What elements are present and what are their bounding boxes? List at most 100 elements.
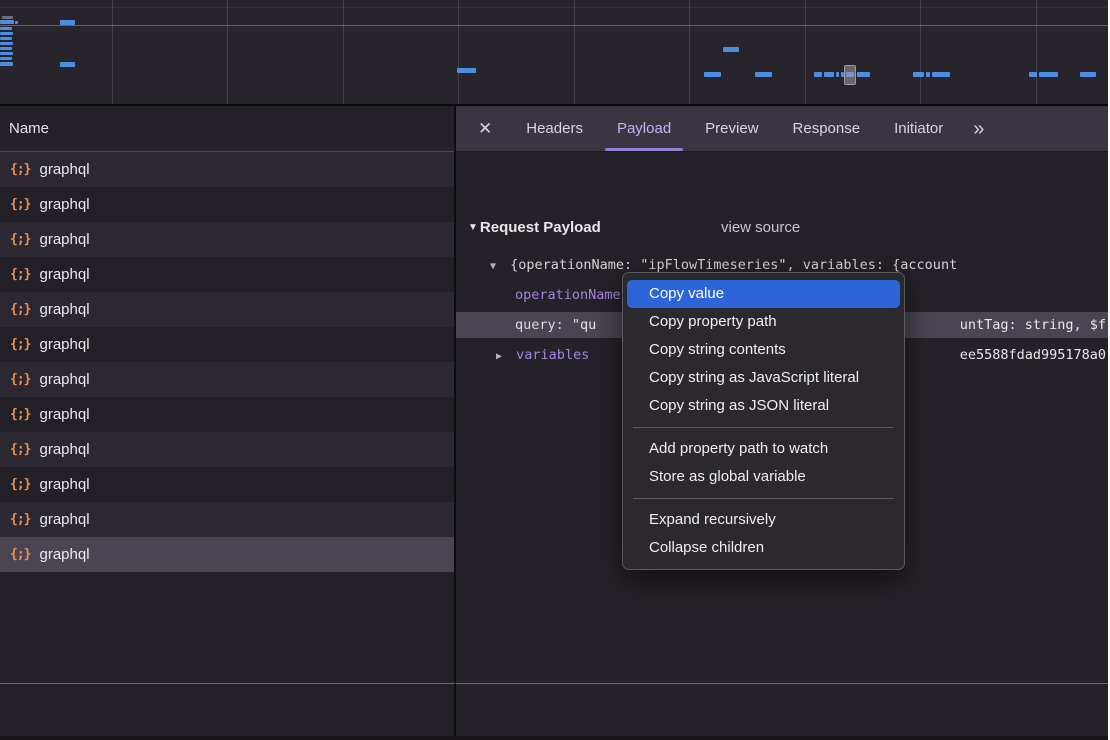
json-braces-icon: {;} bbox=[10, 162, 30, 177]
request-name-label: graphql bbox=[39, 406, 89, 423]
menu-separator bbox=[633, 498, 894, 499]
request-name-label: graphql bbox=[39, 476, 89, 493]
close-icon[interactable]: ✕ bbox=[478, 120, 492, 137]
property-value-start: "qu bbox=[572, 317, 596, 333]
request-row-graphql[interactable]: {;}graphql bbox=[0, 502, 454, 537]
request-timing-bar bbox=[857, 72, 870, 77]
menu-item-copy-string-as-json-literal[interactable]: Copy string as JSON literal bbox=[623, 392, 904, 420]
request-timing-bar bbox=[723, 47, 739, 52]
request-timing-bar bbox=[60, 62, 75, 67]
menu-separator bbox=[633, 427, 894, 428]
request-row-graphql[interactable]: {;} graphql bbox=[0, 467, 454, 502]
tab-response[interactable]: Response bbox=[793, 106, 861, 151]
menu-item-collapse-children[interactable]: Collapse children bbox=[623, 534, 904, 562]
column-header-label: Name bbox=[9, 120, 49, 137]
tab-label: Initiator bbox=[894, 120, 943, 137]
json-braces-icon: {;} bbox=[10, 197, 30, 212]
column-header-name[interactable]: Name bbox=[0, 106, 454, 152]
request-timing-bar bbox=[913, 72, 924, 77]
section-title: Request Payload bbox=[480, 219, 601, 236]
request-timing-bar bbox=[0, 62, 13, 66]
request-row-graphql[interactable]: {;}graphql bbox=[0, 257, 454, 292]
request-payload-section[interactable]: ▼ Request Payload view source bbox=[468, 212, 601, 242]
tab-preview[interactable]: Preview bbox=[705, 106, 758, 151]
request-timing-bar bbox=[0, 20, 14, 24]
request-timing-bar bbox=[1029, 72, 1037, 77]
request-timing-bar bbox=[0, 52, 13, 55]
expander-down-icon[interactable]: ▼ bbox=[490, 261, 496, 272]
property-key: query bbox=[515, 317, 556, 333]
menu-item-copy-property-path[interactable]: Copy property path bbox=[623, 308, 904, 336]
view-source-link[interactable]: view source bbox=[721, 219, 800, 236]
request-timing-bar bbox=[0, 42, 13, 45]
menu-item-copy-string-as-javascript-literal[interactable]: Copy string as JavaScript literal bbox=[623, 364, 904, 392]
request-row-graphql[interactable]: {;}graphql bbox=[0, 537, 454, 572]
menu-item-add-property-path-to-watch[interactable]: Add property path to watch bbox=[623, 435, 904, 463]
request-table: Name {;} graphql {;} graphql {;} graphql {;} gr… bbox=[0, 106, 456, 682]
request-row-graphql[interactable]: {;}graphql bbox=[0, 362, 454, 397]
detail-tab-bar: ✕ Headers Payload Preview Response Initiator… bbox=[456, 106, 1108, 152]
request-timing-bar bbox=[0, 32, 13, 35]
menu-item-store-as-global-variable[interactable]: Store as global variable bbox=[623, 463, 904, 491]
json-braces-icon: {;} bbox=[10, 477, 30, 492]
request-row-graphql[interactable]: {;} graphql bbox=[0, 222, 454, 257]
json-braces-icon: {;} bbox=[10, 232, 30, 247]
more-tabs-icon[interactable]: » bbox=[973, 119, 984, 139]
network-overview-timeline[interactable] bbox=[0, 0, 1110, 106]
request-name-label: graphql bbox=[39, 301, 89, 318]
menu-item-expand-recursively[interactable]: Expand recursively bbox=[623, 506, 904, 534]
request-timing-bar bbox=[60, 20, 75, 25]
overview-gridline bbox=[227, 0, 228, 104]
json-braces-icon: {;} bbox=[10, 407, 30, 422]
tab-label: Response bbox=[793, 120, 861, 137]
tab-initiator[interactable]: Initiator bbox=[894, 106, 943, 151]
tab-label: Payload bbox=[617, 120, 671, 137]
request-row-graphql[interactable]: {;}graphql bbox=[0, 327, 454, 362]
menu-item-copy-string-contents[interactable]: Copy string contents bbox=[623, 336, 904, 364]
request-row-graphql[interactable]: {;} graphql bbox=[0, 152, 454, 187]
request-name-label: graphql bbox=[39, 161, 89, 178]
tab-label: Headers bbox=[526, 120, 583, 137]
request-name-label: graphql bbox=[39, 231, 89, 248]
context-menu: Copy valueCopy property pathCopy string … bbox=[622, 272, 905, 570]
section-expander-icon[interactable]: ▼ bbox=[468, 222, 478, 233]
overview-ruler-line bbox=[0, 7, 1110, 8]
request-row-graphql[interactable]: {;} graphql bbox=[0, 432, 454, 467]
expander-right-icon[interactable]: ▶ bbox=[496, 351, 502, 362]
property-value-clipped-end: ee5588fdad995178a0 bbox=[960, 342, 1106, 368]
tab-headers[interactable]: Headers bbox=[526, 106, 583, 151]
tab-payload[interactable]: Payload bbox=[617, 106, 671, 151]
devtools-network-panel: Name {;} graphql {;} graphql {;} graphql {;} gr… bbox=[0, 0, 1110, 740]
menu-item-copy-value[interactable]: Copy value bbox=[627, 280, 900, 308]
request-timing-bar bbox=[15, 21, 18, 24]
request-timing-bar bbox=[926, 72, 930, 77]
property-key: variables bbox=[516, 347, 589, 363]
overview-gridline bbox=[343, 0, 344, 104]
request-name-label: graphql bbox=[39, 441, 89, 458]
json-braces-icon: {;} bbox=[10, 372, 30, 387]
request-name-label: graphql bbox=[39, 546, 89, 563]
request-timing-bar bbox=[2, 16, 13, 19]
overview-gridline bbox=[574, 0, 575, 104]
request-row-graphql[interactable]: {;}graphql bbox=[0, 187, 454, 222]
request-timing-bar bbox=[836, 72, 839, 77]
root-preview-text: {operationName: "ipFlowTimeseries", vari… bbox=[510, 257, 957, 273]
request-row-graphql[interactable]: {;} graphql bbox=[0, 397, 454, 432]
request-timing-bar bbox=[0, 37, 12, 40]
request-timing-bar bbox=[704, 72, 721, 77]
request-timing-bar bbox=[0, 27, 12, 30]
json-braces-icon: {;} bbox=[10, 302, 30, 317]
request-name-label: graphql bbox=[39, 336, 89, 353]
overview-gridline bbox=[689, 0, 690, 104]
overview-gridline bbox=[1036, 0, 1037, 104]
json-braces-icon: {;} bbox=[10, 267, 30, 282]
request-timing-bar bbox=[1039, 72, 1058, 77]
network-summary-bar-left bbox=[0, 683, 456, 740]
request-timing-bar bbox=[824, 72, 834, 77]
json-braces-icon: {;} bbox=[10, 442, 30, 457]
request-row-graphql[interactable]: {;} graphql bbox=[0, 292, 454, 327]
overview-gridline bbox=[805, 0, 806, 104]
overview-midline bbox=[0, 25, 1110, 26]
request-timing-bar bbox=[932, 72, 950, 77]
request-timing-bar bbox=[1080, 72, 1096, 77]
